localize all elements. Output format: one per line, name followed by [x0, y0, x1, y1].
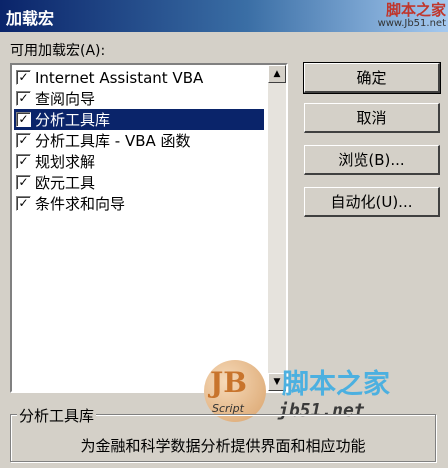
watermark-site-url: www.Jb51.net	[377, 18, 446, 29]
list-item[interactable]: ✓ 规划求解	[14, 151, 264, 172]
list-item-label: 条件求和向导	[35, 195, 126, 213]
list-item[interactable]: ✓ 查阅向导	[14, 88, 264, 109]
checkbox-icon[interactable]: ✓	[16, 112, 31, 127]
list-item[interactable]: ✓ 分析工具库 - VBA 函数	[14, 130, 264, 151]
list-item-label: 查阅向导	[35, 90, 96, 108]
watermark-site-name: 脚本之家	[385, 1, 446, 19]
jb-logo-icon: JB Script	[204, 360, 266, 422]
title-bar[interactable]: 加载宏 脚本之家 www.Jb51.net	[0, 0, 448, 32]
checkbox-icon[interactable]: ✓	[16, 196, 31, 211]
watermark-logo-name: 脚本之家	[282, 369, 390, 400]
watermark-top: 脚本之家 www.Jb51.net	[366, 2, 446, 30]
browse-button[interactable]: 浏览(B)...	[304, 145, 440, 175]
logo-mark: JB	[210, 366, 247, 399]
addins-list: ✓ Internet Assistant VBA ✓ 查阅向导 ✓ 分析工具库 ✓ 分析工具库…	[14, 67, 264, 214]
dialog-title: 加载宏	[6, 9, 55, 28]
list-item-label: 规划求解	[35, 153, 96, 171]
available-addins-label: 可用加载宏(A):	[10, 43, 106, 59]
list-item-label: 分析工具库 - VBA 函数	[35, 132, 191, 150]
description-title: 分析工具库	[17, 405, 97, 426]
list-item[interactable]: ✓ 欧元工具	[14, 172, 264, 193]
checkbox-icon[interactable]: ✓	[16, 154, 31, 169]
checkbox-icon[interactable]: ✓	[16, 133, 31, 148]
list-item[interactable]: ✓ 条件求和向导	[14, 193, 264, 214]
listbox-scrollbar[interactable]: ▲ ▼	[268, 65, 286, 391]
list-item[interactable]: ✓ 分析工具库	[14, 109, 264, 130]
description-groupbox: 分析工具库 为金融和科学数据分析提供界面和相应功能	[10, 405, 436, 462]
cancel-button[interactable]: 取消	[304, 103, 440, 133]
list-item-label: 欧元工具	[35, 174, 96, 192]
checkbox-icon[interactable]: ✓	[16, 91, 31, 106]
add-ins-dialog: 加载宏 脚本之家 www.Jb51.net 可用加载宏(A): ✓ Interne…	[0, 0, 448, 468]
list-item-label: 分析工具库	[35, 111, 111, 129]
addins-listbox[interactable]: ✓ Internet Assistant VBA ✓ 查阅向导 ✓ 分析工具库 ✓ 分析工具库…	[10, 63, 288, 393]
automation-button[interactable]: 自动化(U)...	[304, 187, 440, 217]
list-item-label: Internet Assistant VBA	[35, 68, 204, 87]
list-item[interactable]: ✓ Internet Assistant VBA	[14, 67, 264, 88]
scroll-up-arrow-icon[interactable]: ▲	[268, 65, 286, 83]
checkbox-icon[interactable]: ✓	[16, 70, 31, 85]
checkbox-icon[interactable]: ✓	[16, 175, 31, 190]
ok-button[interactable]: 确定	[303, 62, 441, 94]
description-text: 为金融和科学数据分析提供界面和相应功能	[80, 437, 366, 455]
